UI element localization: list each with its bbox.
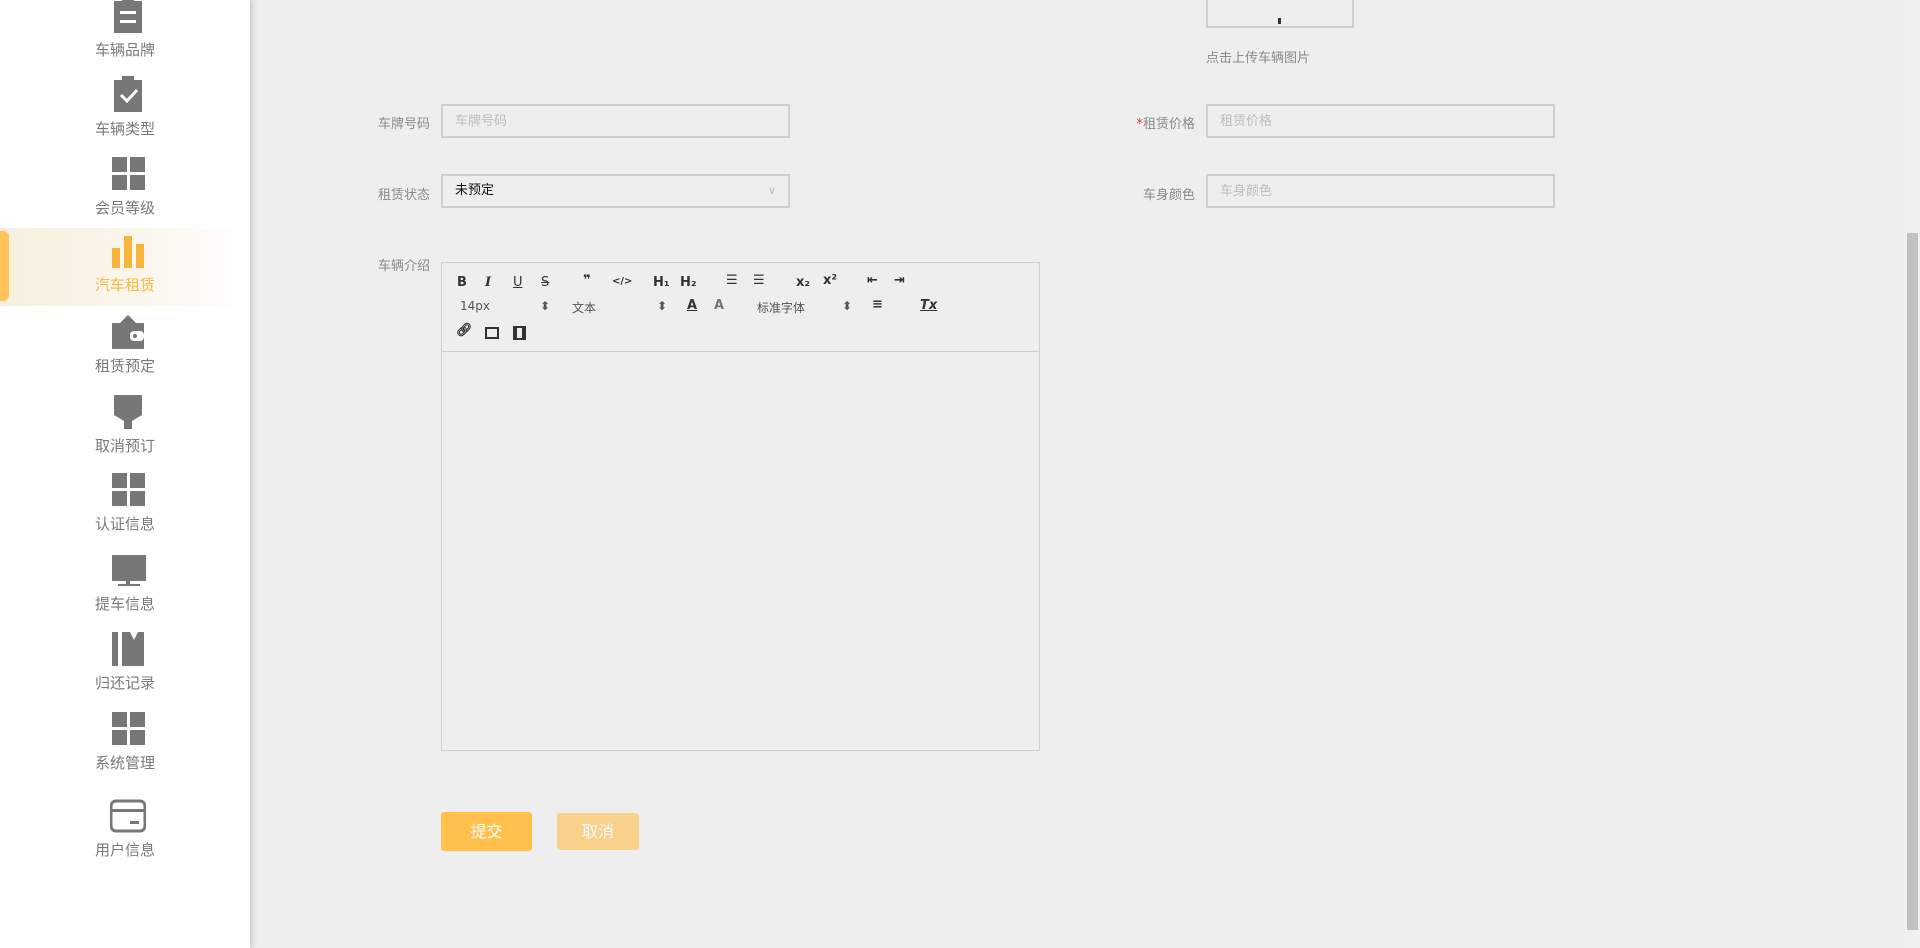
sidebar-item-3[interactable]: 汽车租赁 (0, 228, 250, 306)
sidebar-item-label: 提车信息 (94, 595, 155, 613)
submit-button[interactable]: 提交 (441, 812, 532, 851)
sidebar-item-label: 车辆品牌 (94, 41, 155, 59)
plus-icon (1278, 18, 1281, 24)
sidebar-item-label: 会员等级 (94, 199, 155, 217)
sidebar: 车辆品牌车辆类型会员等级汽车租赁租赁预定取消预订认证信息提车信息归还记录系统管理… (0, 0, 250, 948)
grid-icon (112, 473, 145, 506)
heading-select[interactable]: 文本 ⬍ (572, 299, 667, 316)
scrollbar-thumb[interactable] (1907, 233, 1918, 930)
grid-icon (112, 157, 145, 190)
sidebar-item-label: 用户信息 (94, 841, 155, 859)
sidebar-item-5[interactable]: 取消预订 (0, 389, 250, 467)
sidebar-item-7[interactable]: 提车信息 (0, 547, 250, 625)
cancel-button[interactable]: 取消 (557, 813, 639, 850)
sidebar-item-8[interactable]: 归还记录 (0, 626, 250, 704)
sidebar-item-label: 汽车租赁 (94, 276, 155, 294)
scrollbar[interactable] (1904, 0, 1920, 948)
video-icon[interactable] (513, 326, 526, 340)
code-button[interactable]: </> (612, 276, 632, 287)
intro-label: 车辆介绍 (377, 259, 430, 274)
superscript-button[interactable]: x² (823, 273, 837, 288)
sidebar-item-0[interactable]: 车辆品牌 (0, 0, 250, 71)
indent-icon[interactable]: ⇥ (894, 273, 905, 288)
sidebar-item-label: 归还记录 (94, 674, 155, 692)
outdent-icon[interactable]: ⇤ (867, 273, 878, 288)
sidebar-item-10[interactable]: 用户信息 (0, 793, 250, 871)
status-label: 租赁状态 (377, 188, 430, 203)
bar-chart-icon (112, 236, 144, 268)
italic-button[interactable]: I (485, 275, 491, 290)
editor-toolbar: B I U S ❞ </> H₁ H₂ ☰ ☰ x₂ x² ⇤ ⇥ 14px ⬍ … (442, 263, 1039, 352)
ordered-list-icon[interactable]: ☰ (726, 273, 738, 288)
h2-button[interactable]: H₂ (680, 275, 697, 290)
upload-box[interactable] (1206, 0, 1354, 28)
sidebar-item-1[interactable]: 车辆类型 (0, 72, 250, 150)
bookmark-book-icon (112, 632, 144, 666)
credit-card-icon (110, 799, 146, 833)
sidebar-item-label: 取消预订 (94, 437, 155, 455)
sidebar-item-label: 认证信息 (94, 515, 155, 533)
chevron-down-icon: ∨ (767, 184, 776, 197)
plate-input[interactable] (441, 104, 790, 138)
underline-button[interactable]: U (513, 275, 523, 290)
font-family-select[interactable]: 标准字体 ⬍ (757, 299, 852, 316)
updown-icon: ⬍ (841, 299, 852, 313)
bullet-list-icon[interactable]: ☰ (753, 273, 765, 288)
link-icon[interactable]: 🔗︎ (456, 323, 473, 338)
sidebar-item-4[interactable]: 租赁预定 (0, 309, 250, 387)
editor-content[interactable] (442, 352, 1039, 750)
background-color-icon[interactable]: A (714, 298, 724, 313)
sidebar-item-6[interactable]: 认证信息 (0, 467, 250, 545)
bold-button[interactable]: B (457, 275, 467, 290)
price-input[interactable] (1206, 104, 1555, 138)
font-color-icon[interactable]: A (687, 298, 697, 313)
monitor-icon (112, 555, 146, 586)
color-input[interactable] (1206, 174, 1555, 208)
h1-button[interactable]: H₁ (653, 275, 670, 290)
blockquote-button[interactable]: ❞ (583, 273, 591, 288)
updown-icon: ⬍ (656, 299, 667, 313)
clipboard-list-icon (114, 0, 142, 33)
brush-icon (114, 395, 142, 429)
clipboard-check-icon (114, 76, 142, 112)
align-icon[interactable]: ≡ (872, 297, 883, 312)
subscript-button[interactable]: x₂ (796, 275, 810, 290)
font-size-select[interactable]: 14px ⬍ (460, 299, 550, 313)
sidebar-item-label: 租赁预定 (94, 357, 155, 375)
upload-hint: 点击上传车辆图片 (1206, 51, 1311, 66)
wallet-icon (112, 315, 144, 349)
status-select[interactable]: 未预定 ∨ (441, 174, 790, 208)
sidebar-item-label: 车辆类型 (94, 120, 155, 138)
clear-format-button[interactable]: Tx (920, 298, 937, 313)
sidebar-item-2[interactable]: 会员等级 (0, 151, 250, 229)
plate-label: 车牌号码 (377, 117, 430, 132)
sidebar-item-label: 系统管理 (94, 754, 155, 772)
strike-button[interactable]: S (541, 275, 549, 290)
price-label: *租赁价格 (1136, 117, 1195, 132)
color-label: 车身颜色 (1142, 188, 1195, 203)
rich-text-editor: B I U S ❞ </> H₁ H₂ ☰ ☰ x₂ x² ⇤ ⇥ 14px ⬍ … (441, 262, 1040, 751)
image-icon[interactable] (485, 327, 499, 339)
grid-icon (112, 712, 145, 745)
updown-icon: ⬍ (539, 299, 550, 313)
sidebar-item-9[interactable]: 系统管理 (0, 706, 250, 784)
